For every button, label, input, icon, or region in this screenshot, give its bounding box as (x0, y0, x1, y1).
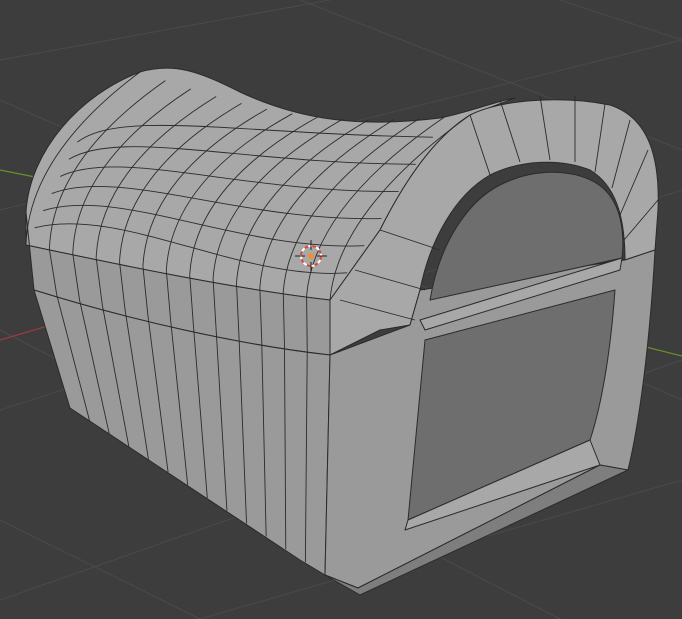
object-origin-icon[interactable] (307, 252, 315, 260)
grid-line (0, 519, 201, 619)
grid-line (559, 0, 682, 41)
3d-viewport[interactable] (0, 0, 682, 619)
chest-mesh[interactable] (25, 67, 659, 596)
grid-line (0, 0, 331, 61)
viewport-scene[interactable] (0, 0, 682, 619)
mesh-edge (306, 295, 308, 351)
